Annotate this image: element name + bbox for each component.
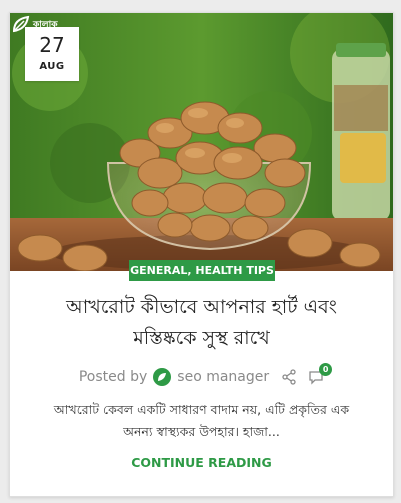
post-date-day: 27 (39, 33, 65, 57)
author-name[interactable]: seo manager (177, 369, 269, 385)
comment-button[interactable]: 0 (308, 363, 333, 385)
comment-count-badge: 0 (319, 363, 333, 376)
post-date-badge: 27 AUG (25, 27, 79, 81)
author-avatar-icon[interactable] (153, 368, 172, 386)
post-title-line-1[interactable]: আখরোট কীভাবে আপনার হার্ট এবং (10, 292, 393, 323)
continue-reading-link[interactable]: CONTINUE READING (10, 455, 393, 470)
posted-by-label: Posted by (78, 369, 148, 385)
share-icon[interactable] (281, 369, 297, 385)
post-meta: Posted by seo manager 0 (10, 363, 393, 389)
post-featured-image[interactable]: কালাক 27 AUG (10, 13, 393, 271)
post-title-line-2[interactable]: মস্তিষ্ককে সুস্থ রাখে (10, 323, 393, 354)
post-excerpt: আখরোট কেবল একটি সাধারণ বাদাম নয়, এটি প্… (50, 399, 353, 443)
post-card: কালাক 27 AUG GENERAL, HEALTH TIPS আখরোট … (9, 12, 394, 497)
post-excerpt-line-2: অনন্য স্বাস্থ্যকর উপহার। হাজা... (123, 424, 280, 439)
post-category-badge[interactable]: GENERAL, HEALTH TIPS (129, 260, 275, 281)
post-title[interactable]: আখরোট কীভাবে আপনার হার্ট এবং মস্তিষ্ককে … (10, 292, 393, 354)
post-excerpt-line-1: আখরোট কেবল একটি সাধারণ বাদাম নয়, এটি প্… (53, 402, 350, 417)
post-date-month: AUG (39, 61, 65, 72)
